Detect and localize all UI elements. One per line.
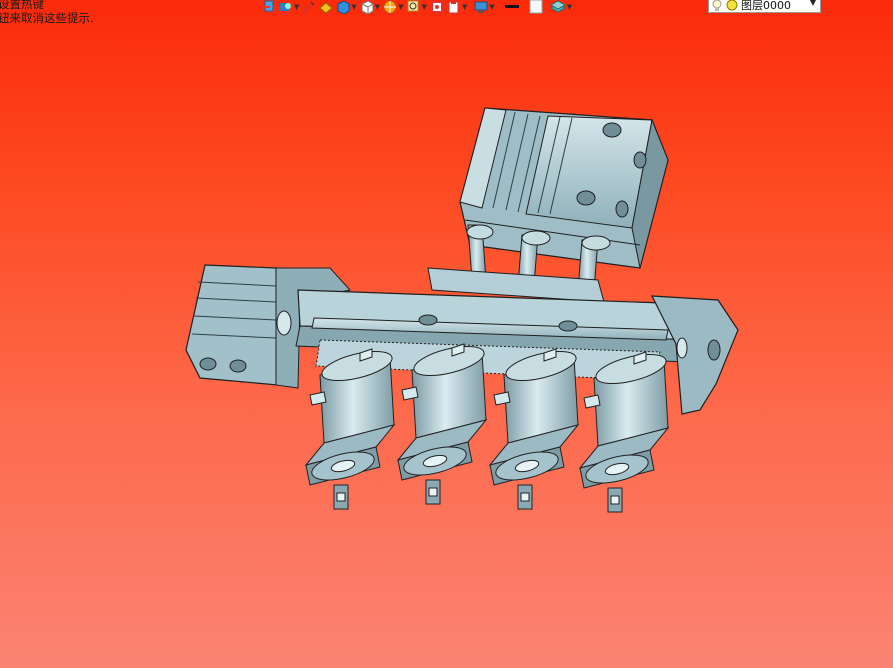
3d-viewport[interactable]: 设置热键 钮来取消这些提示. ▼ ▼ ▼ ▼ ▼ ▼ ▼ ▼ 图层0000 ▼ [0,0,893,668]
gripper-module-1 [305,345,396,510]
3d-model[interactable] [0,0,893,668]
top-cylinder [459,107,669,269]
